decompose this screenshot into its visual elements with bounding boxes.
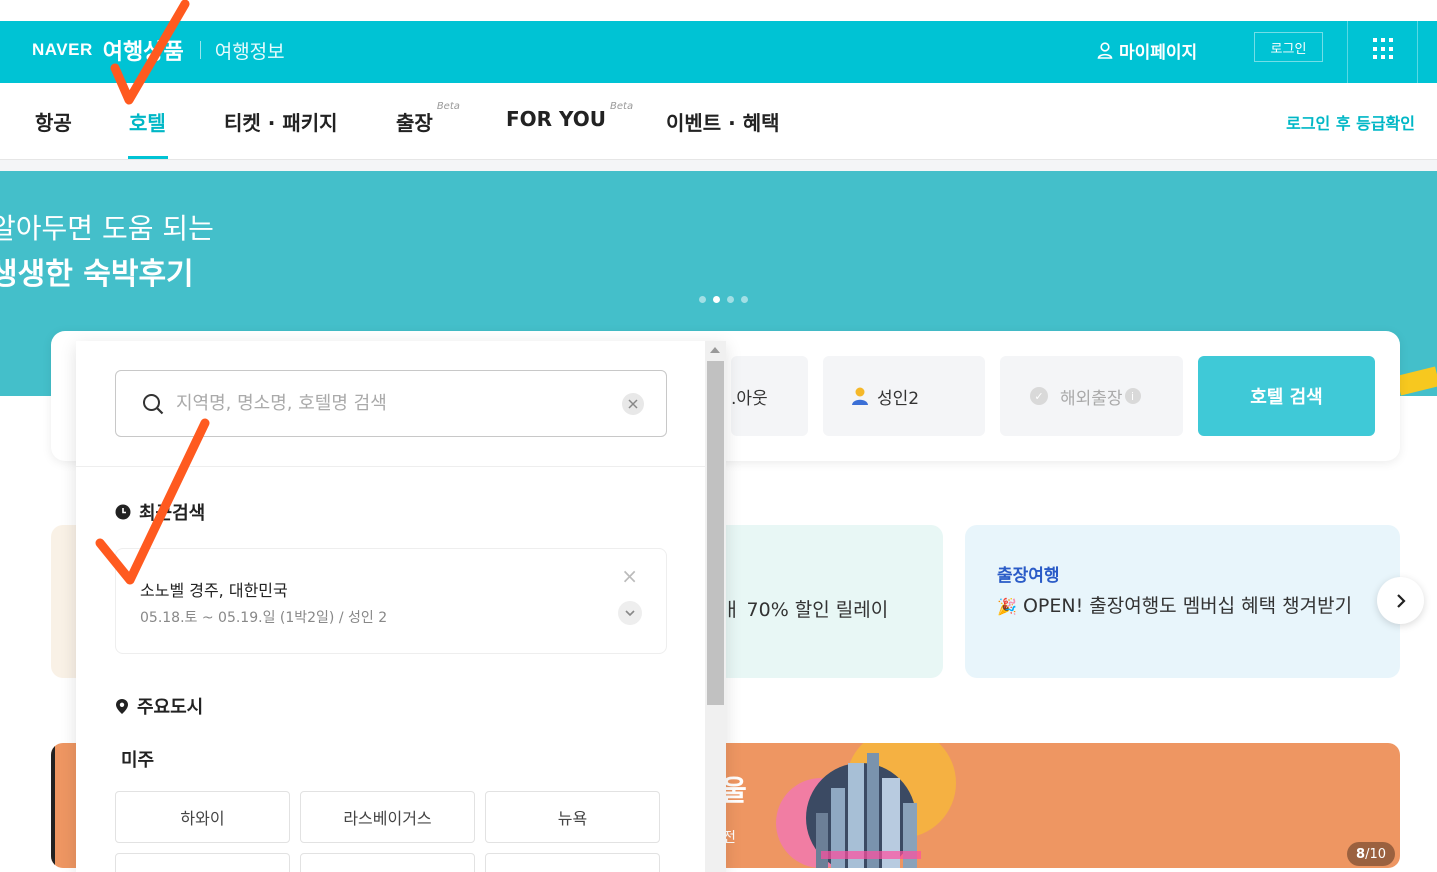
checkout-date-field[interactable]: .아웃 — [731, 356, 808, 436]
chevron-down-icon — [625, 609, 635, 616]
city-button-new-york[interactable]: 뉴욕 — [485, 791, 660, 843]
beta-badge: Beta — [436, 101, 460, 112]
expand-recent-button[interactable] — [618, 601, 642, 625]
tab-hotels[interactable]: 호텔 — [129, 107, 166, 136]
chevron-right-icon — [1396, 593, 1406, 608]
major-cities-heading: 주요도시 — [115, 693, 203, 719]
scroll-up-icon[interactable] — [710, 347, 720, 353]
guest-count: 성인2 — [877, 388, 920, 409]
party-popper-icon: 🎉 — [997, 597, 1017, 616]
city-button[interactable] — [300, 853, 475, 872]
guest-selector[interactable]: 성인2 — [823, 356, 985, 436]
city-button[interactable] — [485, 853, 660, 872]
promo-body: 🎉 OPEN! 출장여행도 멤버십 혜택 챙겨받기 — [997, 595, 1353, 617]
promo-text: ㅐ 70% 할인 릴레이 — [723, 599, 889, 621]
search-input[interactable] — [176, 393, 596, 414]
travel-info-link[interactable]: 여행정보 — [215, 37, 285, 64]
recent-search-item[interactable]: 소노벨 경주, 대한민국 05.18.토 ~ 05.19.일 (1박2일) / … — [115, 548, 667, 654]
city-skyline-image — [776, 743, 956, 868]
login-button[interactable]: 로그인 — [1254, 32, 1323, 62]
pagination-dot-active[interactable] — [713, 296, 720, 303]
section-gap — [0, 160, 1437, 171]
beta-badge: Beta — [610, 101, 634, 112]
naver-logo[interactable]: NAVER — [32, 40, 93, 60]
check-circle-icon[interactable]: ✓ — [1030, 387, 1048, 405]
promo-card-discount[interactable]: ㅐ 70% 할인 릴레이 — [705, 525, 943, 678]
tab-events-benefits[interactable]: 이벤트 · 혜택 — [666, 107, 780, 136]
banner-title: 생생한 숙박후기 — [0, 257, 194, 292]
tab-for-you[interactable]: FOR YOUBeta — [506, 101, 633, 131]
recent-hotel-name: 소노벨 경주, 대한민국 — [140, 581, 288, 600]
tab-business-trip[interactable]: 출장Beta — [396, 101, 460, 136]
city-button-las-vegas[interactable]: 라스베이거스 — [300, 791, 475, 843]
scrollbar-thumb[interactable] — [707, 361, 724, 705]
top-strip — [0, 0, 1437, 21]
location-pin-icon — [116, 698, 128, 714]
clock-icon — [115, 504, 131, 520]
grade-check-link[interactable]: 로그인 후 등급확인 — [1286, 110, 1415, 134]
business-trip-toggle[interactable]: ✓ 해외출장 i — [1000, 356, 1183, 436]
search-icon — [143, 393, 164, 414]
recent-search-heading: 최근검색 — [115, 499, 205, 525]
close-icon — [628, 399, 638, 409]
banner-pager: 8/10 — [1347, 842, 1395, 866]
search-dropdown: 최근검색 소노벨 경주, 대한민국 05.18.토 ~ 05.19.일 (1박2… — [76, 341, 726, 872]
banner-pagination — [699, 296, 748, 303]
user-icon — [1097, 41, 1113, 59]
city-button-hawaii[interactable]: 하와이 — [115, 791, 290, 843]
city-button[interactable] — [115, 853, 290, 872]
pagination-dot[interactable] — [699, 296, 706, 303]
header-divider — [1417, 21, 1418, 83]
region-label: 미주 — [121, 750, 155, 771]
mypage-label: 마이페이지 — [1119, 42, 1198, 63]
banner-edge — [51, 743, 55, 868]
mypage-link[interactable]: 마이페이지 — [1097, 35, 1197, 65]
recent-search-details: 05.18.토 ~ 05.19.일 (1박2일) / 성인 2 — [140, 610, 388, 626]
banner-decoration — [1396, 366, 1437, 396]
brand-logo[interactable]: NAVER 여행상품 여행정보 — [32, 35, 285, 65]
business-trip-label: 해외출장 — [1060, 388, 1123, 409]
active-tab-indicator — [128, 156, 168, 159]
tab-flights[interactable]: 항공 — [35, 107, 72, 136]
site-header: NAVER 여행상품 여행정보 마이페이지 로그인 — [0, 21, 1437, 83]
dropdown-scrollbar[interactable] — [705, 341, 726, 872]
banner-subtitle: 알아두면 도움 되는 — [0, 212, 214, 245]
search-input-box[interactable] — [115, 370, 667, 437]
tab-tickets-packages[interactable]: 티켓 · 패키지 — [224, 107, 338, 136]
info-icon[interactable]: i — [1124, 388, 1141, 404]
logo-divider — [199, 41, 201, 59]
promo-card-business[interactable]: 출장여행 🎉 OPEN! 출장여행도 멤버십 혜택 챙겨받기 — [965, 525, 1400, 678]
product-title[interactable]: 여행상품 — [103, 34, 184, 66]
checkout-label: .아웃 — [731, 388, 768, 409]
pagination-dot[interactable] — [727, 296, 734, 303]
dropdown-divider — [76, 466, 705, 467]
promo-tag: 출장여행 — [997, 566, 1060, 586]
pagination-dot[interactable] — [741, 296, 748, 303]
promo-next-button[interactable] — [1377, 577, 1424, 624]
clear-search-button[interactable] — [622, 393, 644, 415]
header-divider — [1347, 21, 1348, 83]
hotel-search-button[interactable]: 호텔 검색 — [1198, 356, 1375, 436]
main-nav: 항공 호텔 티켓 · 패키지 출장Beta FOR YOUBeta 이벤트 · … — [0, 83, 1437, 160]
app-grid-icon[interactable] — [1373, 38, 1395, 60]
remove-recent-icon[interactable]: × — [621, 564, 638, 588]
person-icon — [852, 387, 868, 405]
